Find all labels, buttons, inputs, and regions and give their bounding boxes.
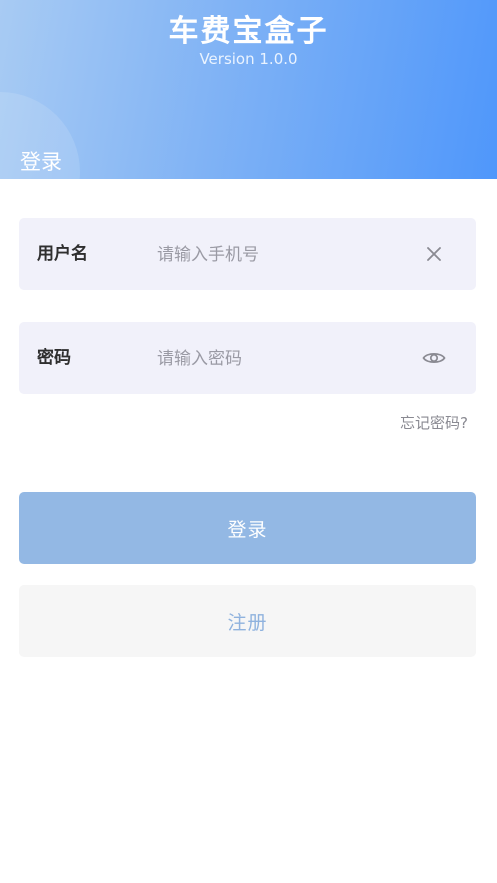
register-button[interactable]: 注册	[19, 585, 476, 657]
app-version: Version 1.0.0	[199, 50, 298, 68]
app-title: 车费宝盒子	[168, 14, 329, 49]
clear-icon[interactable]	[422, 242, 446, 266]
password-field: 密码	[19, 322, 476, 394]
password-input[interactable]	[155, 340, 399, 378]
eye-icon[interactable]	[422, 346, 446, 370]
username-input[interactable]	[155, 236, 399, 274]
page-title: 登录	[20, 150, 62, 174]
login-button[interactable]: 登录	[19, 492, 476, 564]
header-banner: 车费宝盒子 Version 1.0.0 登录	[0, 0, 497, 179]
forgot-password-link[interactable]: 忘记密码?	[400, 412, 468, 433]
username-field: 用户名	[19, 218, 476, 290]
username-label: 用户名	[37, 244, 88, 264]
password-label: 密码	[37, 348, 71, 368]
